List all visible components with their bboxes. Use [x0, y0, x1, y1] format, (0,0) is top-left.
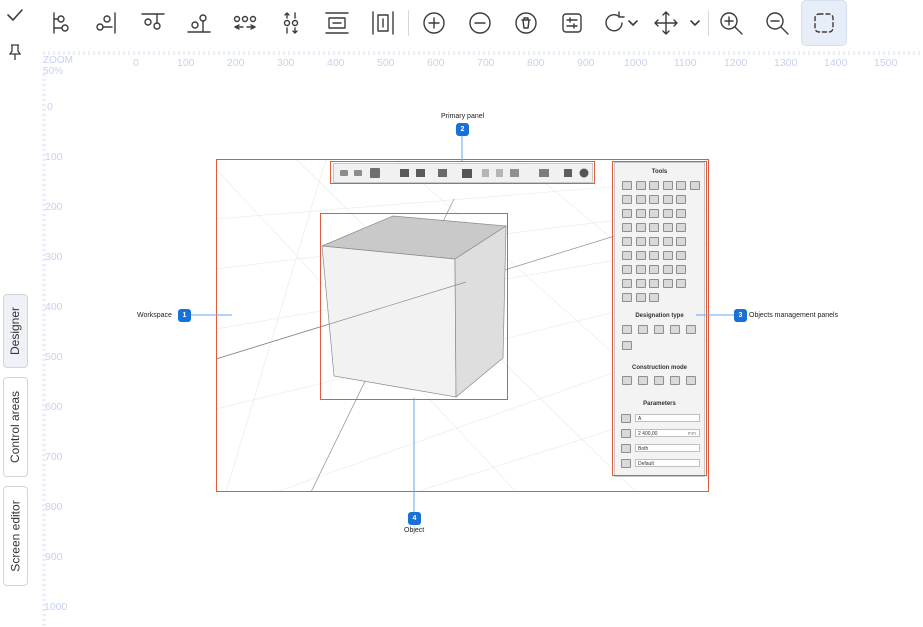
callout-2-badge: 2 — [456, 123, 469, 136]
callout-3-badge: 3 — [734, 309, 747, 322]
callout-1-badge: 1 — [178, 309, 191, 322]
callout-4-label: Object — [404, 527, 425, 534]
callout-4-badge: 4 — [408, 512, 421, 525]
callout-3-label: Objects management panels — [749, 312, 839, 319]
callout-1-label: Workspace — [137, 312, 172, 319]
callout-2-label: Primary panel — [441, 113, 485, 120]
